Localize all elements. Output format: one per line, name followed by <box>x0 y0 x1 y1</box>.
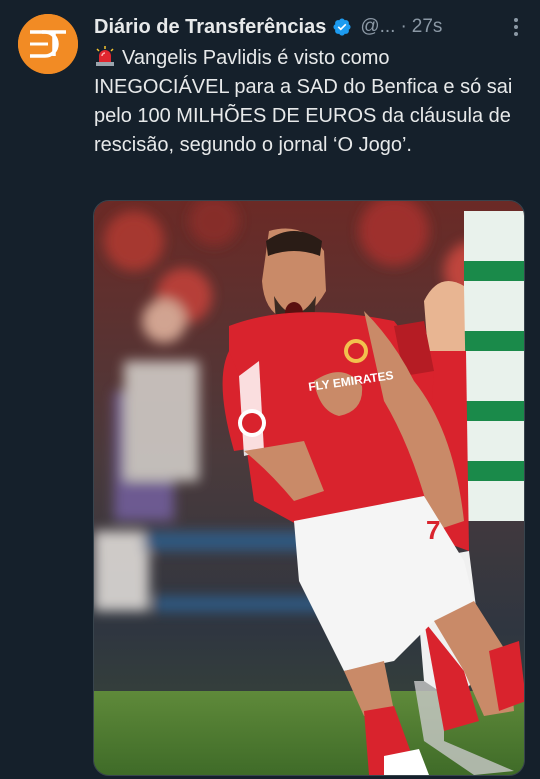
tweet-photo[interactable]: FLY EMIRATES 7 <box>93 200 525 776</box>
shorts-number-text: 7 <box>426 515 440 545</box>
avatar[interactable]: DT <box>18 14 78 74</box>
tweet-header: Diário de Transferências @... · 27s <box>94 12 526 42</box>
brand-logo-icon: DT <box>18 14 78 74</box>
timestamp[interactable]: 27s <box>412 16 443 38</box>
verified-badge-icon <box>332 17 352 37</box>
tweet-card[interactable]: DT Diário de Transferências @... · 27s V… <box>0 0 540 779</box>
tweet-text-block: Vangelis Pavlidis é visto como INEGOCIÁV… <box>94 44 526 160</box>
tweet-text: Vangelis Pavlidis é visto como INEGOCIÁV… <box>94 47 513 156</box>
author-name[interactable]: Diário de Transferências <box>94 16 326 39</box>
separator: · <box>400 16 407 37</box>
avatar-text: DT <box>18 14 20 15</box>
player-celebration-image: FLY EMIRATES 7 <box>94 201 524 775</box>
siren-emoji-icon <box>94 46 116 66</box>
more-options-icon[interactable] <box>506 15 526 39</box>
author-handle[interactable]: @... <box>360 16 395 38</box>
